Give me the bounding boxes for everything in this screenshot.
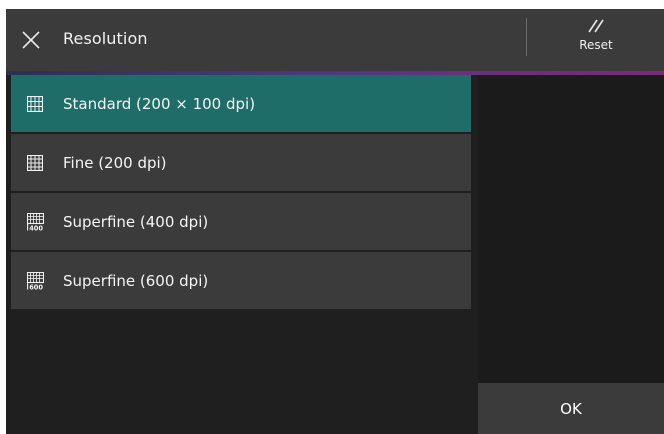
grid-400-icon: 400	[26, 212, 44, 231]
grid-fine-icon	[26, 154, 44, 172]
grid-icon	[26, 95, 44, 113]
option-superfine-600[interactable]: 600 Superfine (600 dpi)	[11, 252, 471, 309]
page-title: Resolution	[63, 29, 148, 48]
grid-600-icon: 600	[26, 271, 44, 290]
double-slash-icon	[588, 19, 604, 33]
header-bar: Resolution Reset	[6, 9, 664, 71]
close-x-icon	[22, 31, 40, 49]
reset-label: Reset	[579, 38, 613, 52]
svg-text:600: 600	[29, 283, 43, 289]
option-label: Fine (200 dpi)	[63, 153, 167, 172]
reset-button[interactable]: Reset	[546, 15, 646, 65]
option-label: Superfine (600 dpi)	[63, 271, 209, 290]
close-button[interactable]	[14, 23, 48, 57]
option-superfine-400[interactable]: 400 Superfine (400 dpi)	[11, 193, 471, 250]
option-fine[interactable]: Fine (200 dpi)	[11, 134, 471, 191]
ok-button[interactable]: OK	[478, 383, 664, 434]
header-divider	[526, 18, 527, 56]
option-label: Standard (200 × 100 dpi)	[63, 94, 256, 113]
option-label: Superfine (400 dpi)	[63, 212, 209, 231]
right-panel	[478, 75, 664, 434]
resolution-options-list: Standard (200 × 100 dpi) Fine (200 dpi)	[6, 75, 478, 434]
ok-label: OK	[560, 399, 582, 418]
resolution-screen: Resolution Reset Standard (200 × 100 dpi…	[6, 9, 664, 434]
option-standard[interactable]: Standard (200 × 100 dpi)	[11, 75, 471, 132]
svg-text:400: 400	[29, 224, 43, 230]
